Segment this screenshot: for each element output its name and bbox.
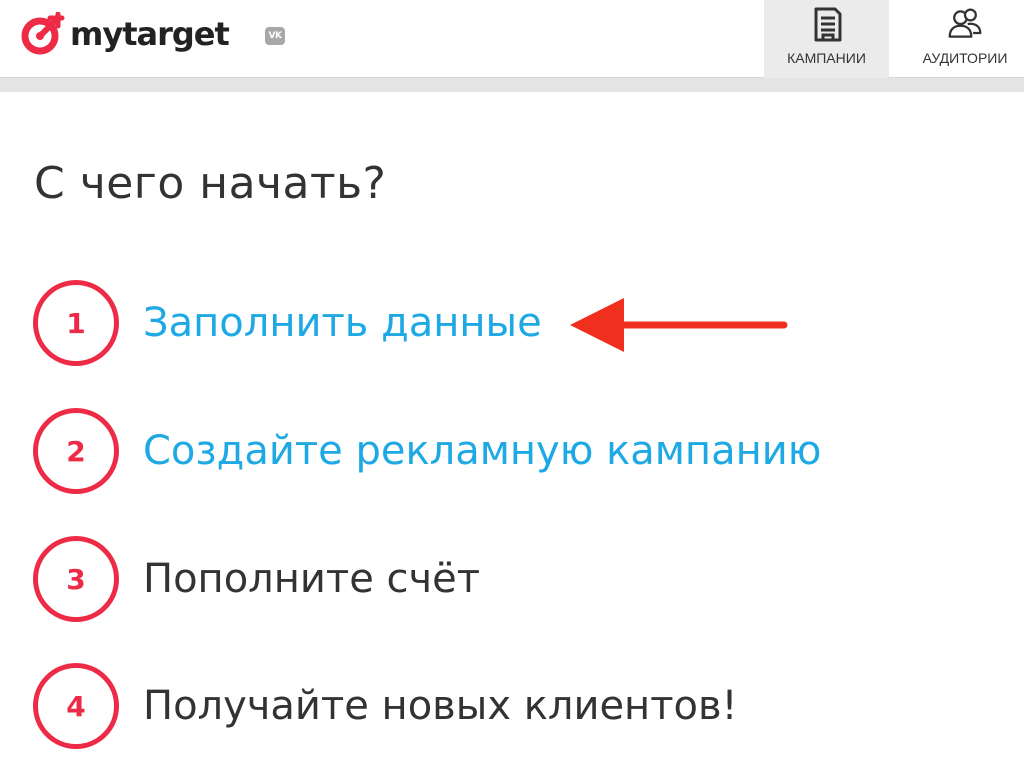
create-campaign-link[interactable]: Создайте рекламную кампанию bbox=[143, 428, 821, 474]
step-number: 1 bbox=[66, 306, 86, 340]
pointer-arrow-icon bbox=[570, 298, 788, 352]
page-title: С чего начать? bbox=[34, 158, 387, 209]
tab-campaigns[interactable]: КАМПАНИИ bbox=[764, 0, 889, 78]
step-number: 3 bbox=[66, 562, 86, 596]
document-icon bbox=[814, 7, 841, 42]
step-number-circle: 2 bbox=[33, 408, 119, 494]
tab-audiences[interactable]: АУДИТОРИИ bbox=[906, 0, 1024, 78]
vk-badge: VK bbox=[265, 27, 285, 45]
target-logo-icon bbox=[21, 12, 65, 55]
step-number-circle: 3 bbox=[33, 536, 119, 622]
logo-text: mytarget bbox=[70, 15, 230, 53]
step-number-circle: 4 bbox=[33, 663, 119, 749]
step-number-circle: 1 bbox=[33, 280, 119, 366]
top-header: mytarget VK КАМПАНИИ АУДИТОРИИ bbox=[0, 0, 1024, 78]
top-up-balance-text: Пополните счёт bbox=[143, 556, 481, 602]
mytarget-logo[interactable]: mytarget bbox=[20, 12, 230, 56]
step-number: 4 bbox=[66, 689, 86, 723]
header-divider bbox=[0, 78, 1024, 92]
step-number: 2 bbox=[66, 434, 86, 468]
tab-audiences-label: АУДИТОРИИ bbox=[922, 50, 1008, 66]
step-4: 4 Получайте новых клиентов! bbox=[33, 662, 933, 750]
step-2: 2 Создайте рекламную кампанию bbox=[33, 407, 933, 495]
users-icon bbox=[948, 8, 982, 38]
fill-data-link[interactable]: Заполнить данные bbox=[143, 300, 542, 346]
step-1: 1 Заполнить данные bbox=[33, 279, 933, 367]
get-clients-text: Получайте новых клиентов! bbox=[143, 683, 738, 729]
step-3: 3 Пополните счёт bbox=[33, 535, 933, 623]
tab-campaigns-label: КАМПАНИИ bbox=[787, 50, 866, 66]
